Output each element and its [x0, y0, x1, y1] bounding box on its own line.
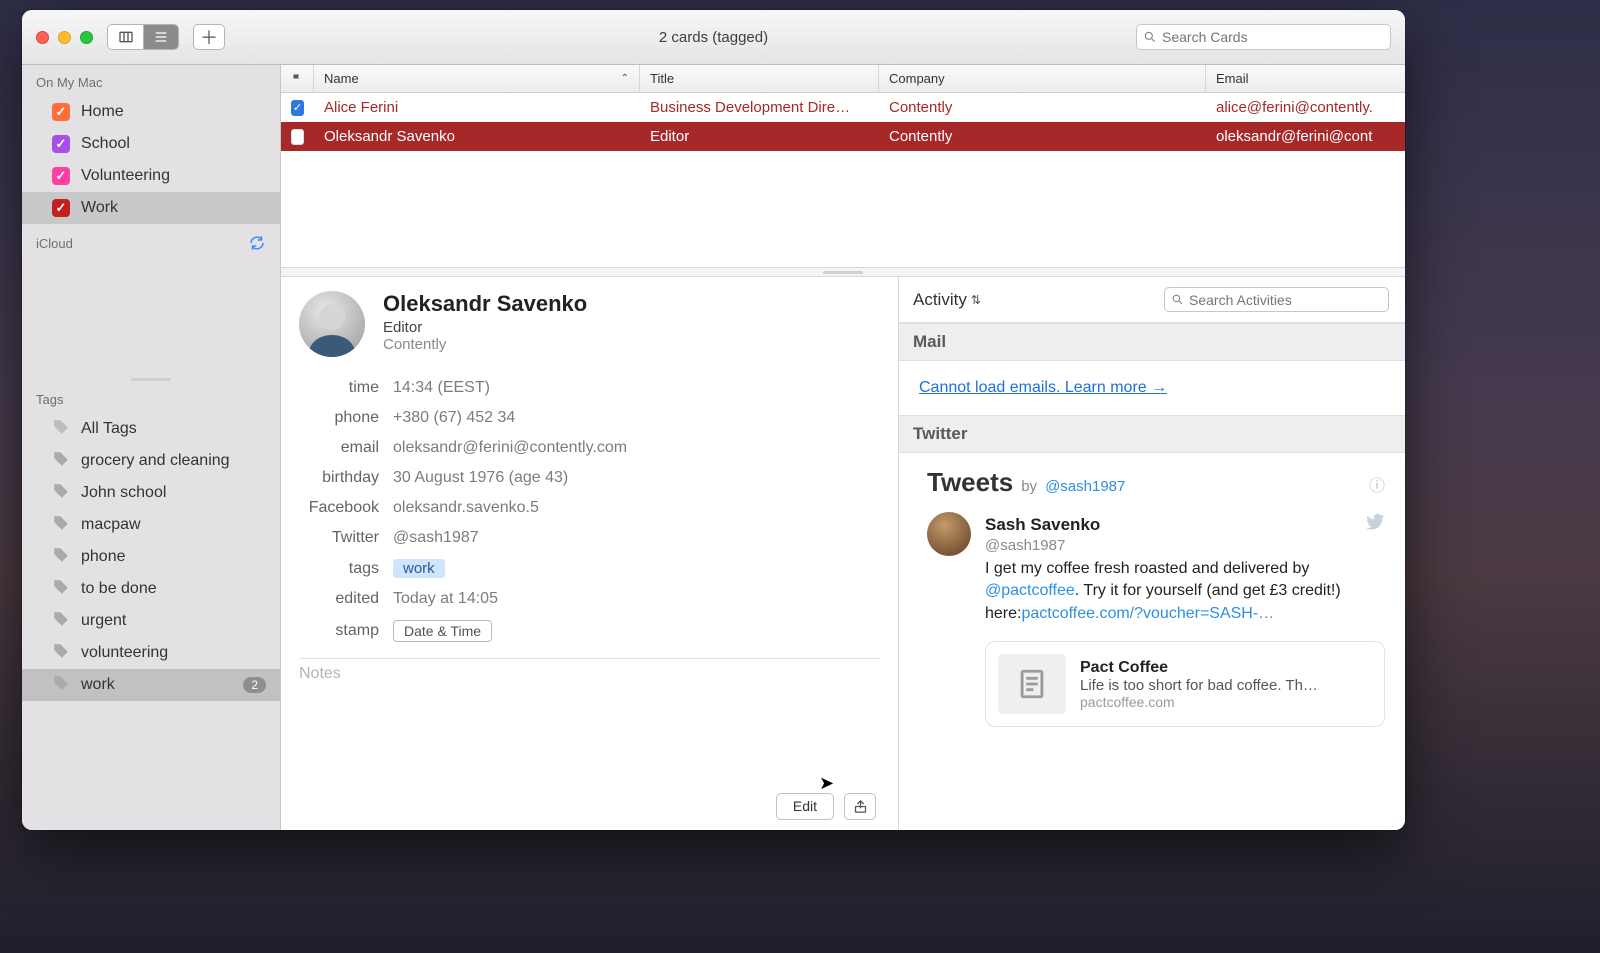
field-facebook: oleksandr.savenko.5 — [393, 499, 539, 517]
chevron-updown-icon: ⇅ — [971, 293, 981, 307]
search-activities[interactable] — [1164, 287, 1389, 312]
tag-icon — [52, 482, 70, 505]
view-mode-segmented — [107, 24, 179, 50]
tag-icon — [52, 578, 70, 601]
horizontal-splitter[interactable] — [281, 268, 1405, 277]
card-role: Editor — [383, 319, 587, 336]
tweet-avatar — [927, 512, 971, 556]
share-button[interactable] — [844, 793, 876, 820]
tags-icon — [52, 418, 70, 441]
col-name[interactable]: Name⌃ — [314, 65, 640, 92]
tweet-link[interactable]: pactcoffee.com/?voucher=SASH-… — [1021, 605, 1274, 622]
table-body: ✓ Alice Ferini Business Development Dire… — [281, 93, 1405, 268]
tweet-mention[interactable]: @pactcoffee — [985, 582, 1075, 599]
sort-asc-icon: ⌃ — [621, 73, 629, 84]
info-icon[interactable]: ⓘ — [1369, 472, 1385, 496]
tag-chip[interactable]: work — [393, 559, 445, 578]
notes-placeholder[interactable]: Notes — [299, 665, 880, 683]
search-cards-input[interactable] — [1162, 29, 1384, 45]
sidebar-group-school[interactable]: ✓School — [22, 128, 280, 160]
window-title: 2 cards (tagged) — [659, 29, 768, 46]
tweet-link-card[interactable]: Pact Coffee Life is too short for bad co… — [985, 641, 1385, 727]
tag-to-be-done[interactable]: to be done — [22, 573, 280, 605]
flag-checkbox[interactable] — [291, 129, 304, 145]
search-icon — [1143, 30, 1157, 44]
view-list-button[interactable] — [143, 25, 178, 49]
minimize-window[interactable] — [58, 31, 71, 44]
tweets-author-handle[interactable]: @sash1987 — [1045, 478, 1125, 495]
col-company[interactable]: Company — [879, 65, 1206, 92]
search-cards[interactable] — [1136, 24, 1391, 50]
card-name: Oleksandr Savenko — [383, 291, 587, 317]
tweet: Sash Savenko @sash1987 I get my coffee f… — [927, 512, 1385, 727]
sidebar-group-home[interactable]: ✓Home — [22, 96, 280, 128]
icloud-heading: iCloud — [36, 236, 73, 251]
zoom-window[interactable] — [80, 31, 93, 44]
card-detail: Oleksandr Savenko Editor Contently time1… — [281, 277, 899, 830]
flag-checkbox[interactable]: ✓ — [291, 100, 304, 116]
tag-all[interactable]: All Tags — [22, 413, 280, 445]
tag-work[interactable]: work2 — [22, 669, 280, 701]
tag-icon — [52, 610, 70, 633]
table-row[interactable]: Oleksandr Savenko Editor Contently oleks… — [281, 122, 1405, 151]
mail-error-link[interactable]: Cannot load emails. Learn more → — [919, 379, 1167, 396]
search-icon — [1171, 293, 1184, 306]
tag-volunteering[interactable]: volunteering — [22, 637, 280, 669]
sidebar: On My Mac ✓Home ✓School ✓Volunteering ✓W… — [22, 65, 281, 830]
tag-icon — [52, 450, 70, 473]
activity-pane: Activity ⇅ Mail Cannot load emails. Lear… — [899, 277, 1405, 830]
field-edited: Today at 14:05 — [393, 590, 498, 608]
twitter-bird-icon — [1365, 512, 1385, 537]
tag-phone[interactable]: phone — [22, 541, 280, 573]
edit-button[interactable]: Edit — [776, 793, 834, 820]
document-icon — [998, 654, 1066, 714]
new-card-button[interactable]: ＋ — [193, 24, 225, 50]
card-company: Contently — [383, 336, 587, 353]
titlebar: ＋ 2 cards (tagged) — [22, 10, 1405, 65]
avatar — [299, 291, 365, 357]
tag-icon — [52, 674, 70, 697]
tweet-text: I get my coffee fresh roasted and delive… — [985, 558, 1385, 625]
col-email[interactable]: Email — [1206, 65, 1405, 92]
sidebar-group-work[interactable]: ✓Work — [22, 192, 280, 224]
tag-icon — [52, 514, 70, 537]
field-twitter: @sash1987 — [393, 529, 479, 547]
sidebar-splitter[interactable] — [22, 378, 280, 382]
section-twitter: Twitter — [899, 415, 1405, 453]
groups-heading: On My Mac — [36, 75, 102, 90]
activity-dropdown[interactable]: Activity ⇅ — [913, 290, 981, 310]
field-birthday: 30 August 1976 (age 43) — [393, 469, 568, 487]
tweet-author-name: Sash Savenko — [985, 515, 1100, 535]
col-title[interactable]: Title — [640, 65, 879, 92]
tag-grocery[interactable]: grocery and cleaning — [22, 445, 280, 477]
view-columns-button[interactable] — [108, 25, 143, 49]
tag-macpaw[interactable]: macpaw — [22, 509, 280, 541]
window-controls — [36, 31, 93, 44]
tag-count-badge: 2 — [243, 677, 266, 693]
table-row[interactable]: ✓ Alice Ferini Business Development Dire… — [281, 93, 1405, 122]
tag-icon — [52, 546, 70, 569]
share-icon — [853, 799, 868, 814]
sidebar-group-volunteering[interactable]: ✓Volunteering — [22, 160, 280, 192]
tweets-heading: Tweets — [927, 467, 1013, 498]
field-phone: +380 (67) 452 34 — [393, 409, 515, 427]
col-flag[interactable] — [281, 65, 314, 92]
tag-icon — [52, 642, 70, 665]
refresh-icloud-icon[interactable] — [248, 234, 266, 252]
tag-urgent[interactable]: urgent — [22, 605, 280, 637]
search-activities-input[interactable] — [1189, 292, 1382, 308]
stamp-button[interactable]: Date & Time — [393, 620, 492, 642]
tag-john-school[interactable]: John school — [22, 477, 280, 509]
section-mail: Mail — [899, 323, 1405, 361]
table-header: Name⌃ Title Company Email — [281, 65, 1405, 93]
tweet-author-handle: @sash1987 — [985, 537, 1385, 554]
close-window[interactable] — [36, 31, 49, 44]
tags-heading: Tags — [36, 392, 63, 407]
field-time: 14:34 (EEST) — [393, 379, 490, 397]
field-email: oleksandr@ferini@contently.com — [393, 439, 627, 457]
